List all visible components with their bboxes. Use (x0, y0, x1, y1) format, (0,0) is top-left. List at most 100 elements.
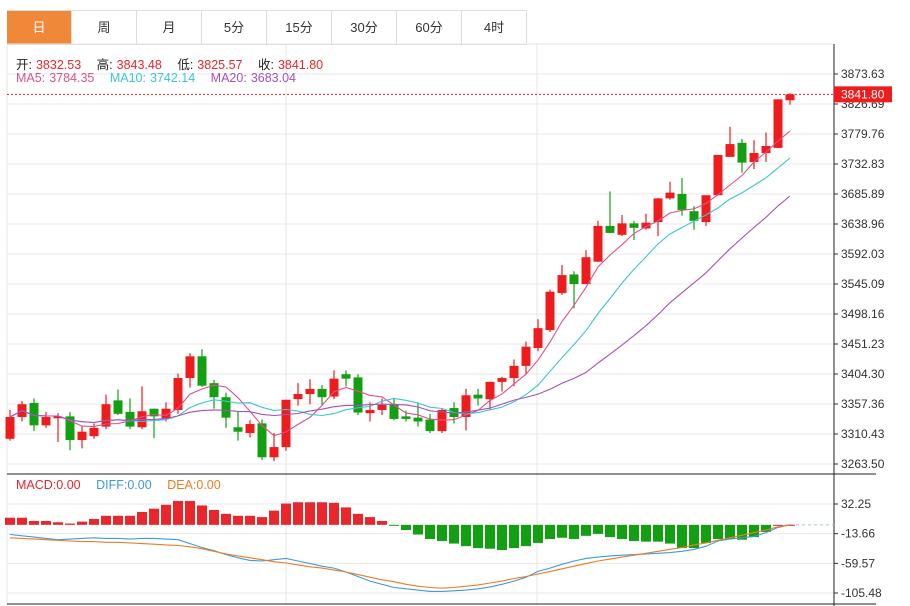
macd-bar (605, 524, 615, 538)
candle (533, 319, 543, 352)
ma20-line (9, 195, 791, 424)
candlestick-chart: 3873.633826.693779.763732.833685.893638.… (5, 43, 892, 606)
close-value: 3841.80 (277, 58, 324, 72)
candle (41, 411, 51, 428)
macd-bar (41, 520, 51, 525)
macd-bar (293, 502, 303, 525)
price-tick-label: 3498.16 (841, 307, 885, 321)
ma10-label: MA10: (109, 71, 146, 85)
macd-bar (437, 524, 447, 541)
macd-info: MACD:0.00 DIFF:0.00 DEA:0.00 (16, 478, 225, 492)
macd-bar (125, 515, 135, 525)
ma20-value: 3683.04 (250, 71, 296, 85)
candle (581, 250, 591, 285)
diff-label: DIFF: (96, 478, 128, 492)
candle-body (425, 419, 435, 432)
diff-value: 0.00 (127, 478, 152, 492)
macd-bar (389, 524, 399, 526)
candle-body (545, 291, 555, 331)
macd-bar (461, 524, 471, 547)
candle-body (665, 192, 675, 199)
candle-body (377, 404, 387, 410)
macd-bar (101, 515, 111, 525)
candle-body (221, 397, 231, 418)
candle-body (593, 225, 603, 262)
candle (665, 181, 675, 200)
ma10-value: 3742.14 (150, 71, 196, 85)
candle (269, 432, 279, 462)
candle (197, 349, 207, 387)
candle (185, 353, 195, 388)
macd-bar (665, 524, 675, 544)
candle (509, 359, 519, 387)
candle (245, 420, 255, 438)
macd-bar (257, 517, 267, 525)
macd-bar (581, 524, 591, 536)
candle-body (473, 394, 483, 399)
close-label: 收: (257, 58, 274, 72)
candle (281, 399, 291, 451)
macd-label: MACD: (16, 478, 57, 492)
macd-bar (701, 524, 711, 543)
candle (641, 213, 651, 230)
macd-bar (569, 524, 579, 540)
price-tick-label: 3873.63 (841, 67, 885, 81)
candle-body (413, 417, 423, 422)
candle (545, 289, 555, 333)
candle-body (533, 328, 543, 348)
kline-widget: 日 周 月 5分 15分 30分 60分 4时 3873.63 3826.69 37… (0, 0, 910, 606)
candle-body (365, 409, 375, 414)
macd-bar (713, 524, 723, 540)
candle-body (41, 417, 51, 426)
macd-bar (533, 524, 543, 543)
macd-tick-label: -59.57 (841, 556, 875, 570)
candle-body (497, 378, 507, 382)
candle-body (581, 257, 591, 285)
candle-body (617, 223, 627, 235)
candle (749, 140, 759, 170)
macd-bar (89, 519, 99, 525)
dea-label: DEA: (167, 478, 197, 492)
candle (569, 271, 579, 309)
candle (353, 374, 363, 416)
macd-tick-label: 32.25 (841, 497, 871, 511)
price-tick-label: 3404.30 (841, 367, 885, 381)
candle (305, 379, 315, 405)
macd-bar (53, 522, 63, 525)
candle-body (293, 394, 303, 400)
candle-body (317, 388, 327, 398)
candle (785, 93, 795, 105)
candle (725, 126, 735, 157)
macd-value: 0.00 (56, 478, 81, 492)
candle-body (749, 153, 759, 162)
candle-body (341, 374, 351, 379)
macd-bar (221, 513, 231, 525)
open-value: 3832.53 (35, 58, 82, 72)
macd-bar (17, 517, 27, 525)
macd-bar (353, 513, 363, 525)
macd-bar (521, 524, 531, 547)
candle (593, 220, 603, 262)
macd-tick-label: -105.48 (841, 586, 882, 600)
macd-bar (29, 520, 39, 525)
macd-bar (629, 524, 639, 541)
candle (737, 138, 747, 173)
candle-body (737, 142, 747, 163)
candle-body (725, 144, 735, 157)
candle (65, 411, 75, 451)
macd-bar (161, 504, 171, 525)
price-tick-label: 3451.23 (841, 337, 885, 351)
macd-bar (113, 515, 123, 525)
candle-body (5, 417, 15, 439)
open-label: 开: (16, 58, 32, 72)
candle-body (197, 356, 207, 386)
candle-body (269, 447, 279, 458)
candle (761, 132, 771, 162)
candle-body (569, 274, 579, 285)
candle-body (485, 381, 495, 400)
candle (77, 426, 87, 449)
candle-body (281, 399, 291, 448)
candle-body (629, 223, 639, 228)
macd-bar (185, 500, 195, 525)
candle (461, 388, 471, 431)
